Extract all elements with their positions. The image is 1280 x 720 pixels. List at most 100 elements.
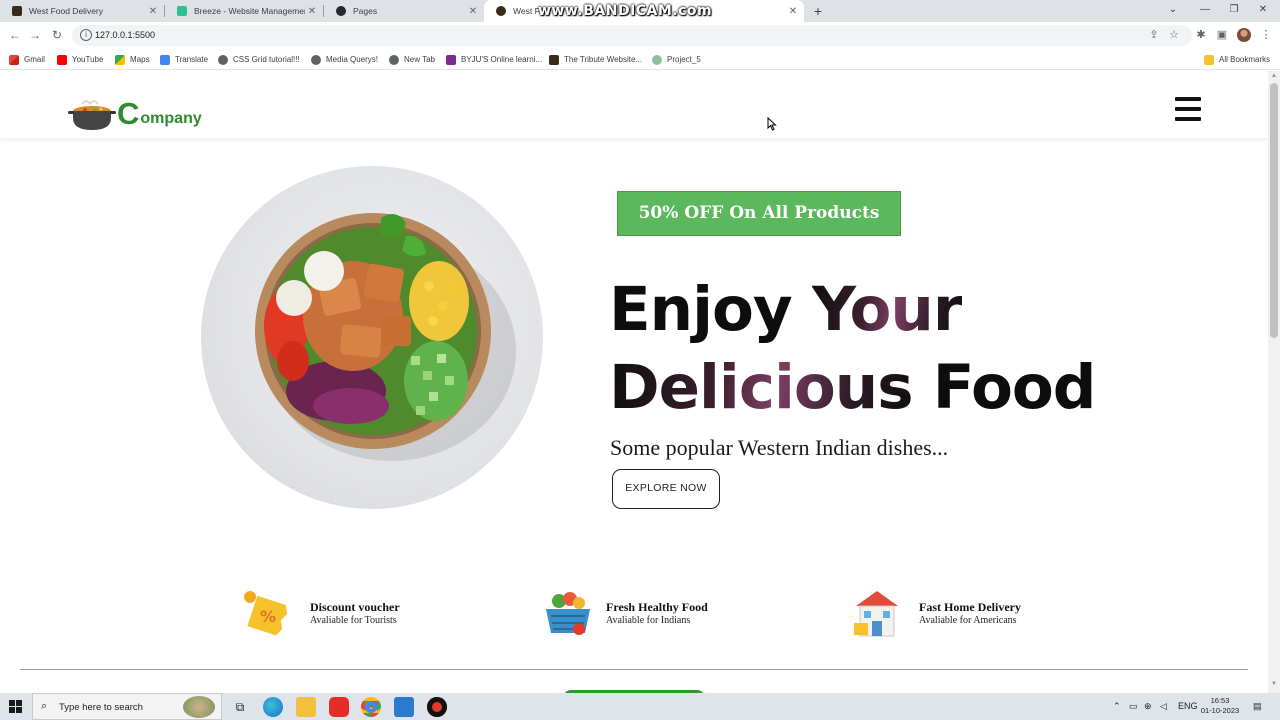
restore-button[interactable]: ❐ bbox=[1219, 0, 1249, 22]
close-icon[interactable]: ✕ bbox=[146, 6, 160, 17]
tray-chevron-up-icon[interactable]: ⌃ bbox=[1113, 701, 1121, 712]
hero-headline: Enjoy Your Delicious Food bbox=[609, 271, 1096, 427]
hamburger-menu-icon[interactable] bbox=[1175, 97, 1201, 121]
bookmark-byjus[interactable]: BYJU'S Online learni... bbox=[446, 53, 542, 66]
feature-title: Fresh Healthy Food bbox=[606, 600, 708, 614]
side-panel-icon[interactable]: ▣ bbox=[1214, 27, 1230, 43]
tab-label: Pages bbox=[353, 6, 378, 16]
food-favicon-icon bbox=[496, 6, 506, 16]
basket-icon bbox=[546, 592, 590, 635]
new-tab-button[interactable]: + bbox=[810, 1, 826, 21]
bookmark-label: Gmail bbox=[24, 55, 45, 64]
close-icon[interactable]: ✕ bbox=[786, 6, 800, 17]
food-favicon-icon bbox=[12, 6, 22, 16]
feature-fresh-healthy-food: Fresh Healthy Food Avaliable for Indians bbox=[543, 587, 743, 639]
feature-fast-home-delivery: Fast Home Delivery Avaliable for America… bbox=[852, 587, 1052, 639]
vscode-icon[interactable] bbox=[394, 697, 414, 717]
feature-subtitle: Avaliable for Americans bbox=[919, 615, 1017, 626]
windows-start-icon[interactable] bbox=[9, 700, 22, 713]
close-icon[interactable]: ✕ bbox=[466, 6, 480, 17]
gmail-icon bbox=[9, 54, 19, 65]
section-divider bbox=[20, 669, 1248, 670]
taskbar-search-box[interactable]: ⌕ Type here to search bbox=[32, 693, 222, 720]
scroll-up-arrow-icon[interactable]: ▲ bbox=[1270, 73, 1278, 81]
site-info-icon[interactable]: i bbox=[80, 29, 92, 41]
scrollbar-thumb[interactable] bbox=[1270, 83, 1278, 338]
feature-title: Discount voucher bbox=[310, 600, 400, 614]
network-globe-icon[interactable]: ⊕ bbox=[1144, 701, 1152, 712]
tab-breeze[interactable]: Breeze - Website Management ✕ bbox=[165, 0, 323, 22]
tab-label: Breeze - Website Management bbox=[194, 6, 305, 16]
feature-subtitle: Avaliable for Indians bbox=[606, 615, 691, 626]
scroll-down-arrow-icon[interactable]: ▼ bbox=[1270, 681, 1278, 689]
share-icon[interactable]: ⇪ bbox=[1146, 27, 1162, 43]
folder-icon bbox=[1204, 54, 1214, 65]
search-highlight-icon[interactable] bbox=[183, 696, 215, 718]
youtube-icon bbox=[57, 54, 67, 65]
chrome-browser-icon[interactable] bbox=[361, 697, 381, 717]
bookmark-media-querys[interactable]: Media Querys! bbox=[311, 53, 378, 66]
salad-bowl-illustration bbox=[255, 213, 516, 461]
forward-arrow-icon[interactable]: → bbox=[26, 26, 44, 44]
globe-icon bbox=[311, 54, 321, 65]
back-arrow-icon[interactable]: ← bbox=[6, 26, 24, 44]
edge-browser-icon[interactable] bbox=[263, 697, 283, 717]
task-view-icon[interactable]: ⧉ bbox=[230, 697, 250, 717]
headline-line-2: Delicious Food bbox=[609, 349, 1096, 427]
bookmark-tribute[interactable]: The Tribute Website... bbox=[549, 53, 642, 66]
file-explorer-icon[interactable] bbox=[296, 697, 316, 717]
bookmark-translate[interactable]: Translate bbox=[160, 53, 208, 66]
cooking-pot-logo-icon[interactable] bbox=[68, 96, 116, 132]
bookmark-css-grid[interactable]: CSS Grid tutorial!!! bbox=[218, 53, 300, 66]
bookmark-label: The Tribute Website... bbox=[564, 55, 643, 64]
headline-highlight-word: Delicious bbox=[609, 352, 914, 423]
company-logo[interactable]: C ompany bbox=[117, 96, 202, 131]
youtube-app-icon[interactable] bbox=[329, 697, 349, 717]
tab-west-food-delivery[interactable]: West Food Delivery ✕ bbox=[0, 0, 164, 22]
address-bar[interactable]: i 127.0.0.1:5500 ⇪ ☆ bbox=[72, 25, 1192, 46]
input-language[interactable]: ENG bbox=[1178, 701, 1198, 711]
minimize-button[interactable]: — bbox=[1190, 0, 1220, 22]
bookmark-maps[interactable]: Maps bbox=[115, 53, 150, 66]
bandicam-record-icon[interactable] bbox=[427, 697, 447, 717]
maps-icon bbox=[115, 54, 125, 65]
close-icon[interactable]: ✕ bbox=[305, 6, 319, 17]
bookmark-label: Translate bbox=[175, 55, 209, 64]
tab-label: West Food Delivery bbox=[29, 6, 104, 16]
headline-line-1: Enjoy Your bbox=[609, 271, 1095, 349]
reload-icon[interactable]: ↻ bbox=[48, 26, 66, 44]
hero-subtitle: Some popular Western Indian dishes... bbox=[610, 435, 949, 460]
voucher-icon: % bbox=[244, 591, 288, 636]
explore-now-button[interactable]: EXPLORE NOW bbox=[612, 469, 720, 509]
bookmark-label: CSS Grid tutorial!!! bbox=[233, 55, 300, 64]
recording-watermark: www.BANDICAM.com bbox=[538, 3, 713, 19]
notifications-icon[interactable]: ▤ bbox=[1253, 701, 1262, 712]
bookmark-new-tab[interactable]: New Tab bbox=[389, 53, 435, 66]
volume-muted-icon[interactable]: ◁ bbox=[1160, 701, 1167, 712]
breeze-favicon-icon bbox=[177, 6, 187, 16]
profile-avatar[interactable] bbox=[1237, 28, 1251, 42]
bookmark-project-5[interactable]: Project_5 bbox=[652, 53, 701, 66]
github-icon bbox=[336, 6, 346, 16]
bookmark-youtube[interactable]: YouTube bbox=[57, 53, 103, 66]
feature-discount-voucher: % Discount voucher Avaliable for Tourist… bbox=[240, 587, 440, 639]
headline-highlight-word: Your bbox=[811, 274, 963, 345]
all-bookmarks[interactable]: All Bookmarks bbox=[1204, 53, 1270, 66]
extensions-puzzle-icon[interactable]: ✱ bbox=[1193, 27, 1209, 43]
mouse-cursor-icon bbox=[767, 117, 777, 131]
bookmark-star-icon[interactable]: ☆ bbox=[1166, 27, 1182, 43]
url-text[interactable]: 127.0.0.1:5500 bbox=[95, 30, 155, 40]
bookmark-gmail[interactable]: Gmail bbox=[9, 53, 45, 66]
tab-pages[interactable]: Pages ✕ bbox=[324, 0, 484, 22]
translate-icon bbox=[160, 54, 170, 65]
logo-initial: C bbox=[117, 96, 140, 131]
tray-device-icon[interactable]: ▭ bbox=[1129, 701, 1138, 712]
bookmark-label: Project_5 bbox=[667, 55, 701, 64]
svg-text:%: % bbox=[260, 607, 276, 626]
menu-kebab-icon[interactable]: ⋮ bbox=[1258, 27, 1274, 43]
close-window-button[interactable]: ✕ bbox=[1248, 0, 1278, 22]
system-clock[interactable]: 16:53 01-10-2023 bbox=[1200, 696, 1240, 716]
site-header: C ompany bbox=[0, 71, 1268, 139]
tab-search-chevron-icon[interactable]: ⌄ bbox=[1158, 0, 1188, 22]
page-scrollbar[interactable]: ▲ ▼ bbox=[1268, 71, 1280, 693]
